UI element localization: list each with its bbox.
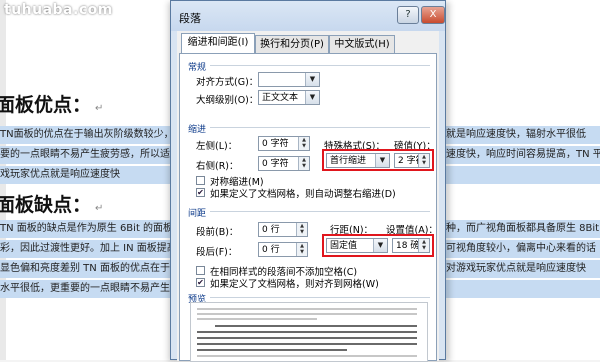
alignment-select[interactable]: ▼ (258, 72, 320, 87)
auto-adjust-checkbox[interactable]: ✔ (196, 188, 205, 197)
help-button[interactable]: ? (397, 6, 419, 24)
return-mark: ↵ (95, 203, 104, 214)
watermark: tuhuaba.com (4, 2, 113, 18)
text-line[interactable]: 对游戏玩家优点就是响应速度快 (446, 260, 600, 278)
spinner-arrows-icon[interactable]: ▲ ▼ (298, 137, 309, 150)
heading-advantages: 面板优点： ↵ (0, 94, 104, 116)
text-line[interactable]: 种，而广视角面板都具备原生 8Bit (446, 220, 600, 238)
text-line[interactable]: TN 面板的缺点是作为原生 6Bit 的面板， (0, 220, 170, 238)
text-line[interactable]: 可视角度较小，偏离中心来看的话 (446, 240, 600, 258)
chevron-down-icon: ▼ (305, 73, 319, 86)
divider (210, 65, 430, 66)
spacing-before-label: 段前(B)： (196, 227, 239, 238)
highlight-box-spacing (322, 234, 434, 257)
preview-line (197, 337, 417, 339)
divider (210, 127, 430, 128)
text-line[interactable]: 显色偏和亮度差别 TN 面板的优点在于输出 (0, 260, 170, 278)
dialog-title: 段落 (179, 12, 201, 25)
outline-level-select[interactable]: 正文文本 ▼ (258, 90, 320, 105)
return-mark: ↵ (95, 103, 104, 114)
preview-line (197, 343, 417, 345)
mirror-indents-checkbox[interactable] (196, 176, 205, 185)
dialog-titlebar[interactable]: 段落 ? X (171, 1, 445, 31)
spinner-arrows-icon[interactable]: ▲ ▼ (296, 223, 307, 236)
tab-line-page-breaks[interactable]: 换行和分页(P) (255, 35, 329, 53)
text-line[interactable]: 彩，因此过渡性更好。加上 IN 面板提高 (0, 240, 170, 258)
tab-panel: 常规 对齐方式(G)： ▼ 大纲级别(O)： 正文文本 ▼ 缩进 左侧(L)： 0… (179, 53, 438, 362)
preview-line (197, 318, 317, 320)
spinner-arrows-icon[interactable]: ▲ ▼ (298, 157, 309, 170)
alignment-label: 对齐方式(G)： (196, 77, 259, 88)
indent-right-spinner[interactable]: 0 字符 ▲ ▼ (258, 156, 310, 171)
preview-line (197, 313, 417, 315)
spacing-after-label: 段后(F)： (196, 247, 238, 258)
snap-grid-checkbox[interactable]: ✔ (196, 278, 205, 287)
auto-adjust-label: 如果定义了文档网格，则自动调整右缩进(D) (210, 189, 396, 200)
indent-left-spinner[interactable]: 0 字符 ▲ ▼ (258, 136, 310, 151)
section-indentation: 缩进 (188, 125, 207, 135)
divider (210, 211, 430, 212)
heading-disadvantages: 面板缺点： ↵ (0, 194, 104, 216)
snap-grid-label: 如果定义了文档网格，则对齐到网格(W) (210, 279, 379, 290)
preview-box (190, 302, 428, 362)
preview-line (197, 308, 417, 310)
spinner-arrows-icon[interactable]: ▲ ▼ (296, 243, 307, 256)
close-button[interactable]: X (421, 6, 445, 24)
chevron-down-icon: ▼ (305, 91, 319, 104)
dialog-body: 缩进和间距(I) 换行和分页(P) 中文版式(H) 常规 对齐方式(G)： ▼ … (177, 31, 439, 362)
indent-right-label: 右侧(R)： (196, 161, 239, 172)
divider (210, 297, 430, 298)
spacing-after-spinner[interactable]: 0 行 ▲ ▼ (258, 242, 308, 257)
paragraph-dialog: 段落 ? X 缩进和间距(I) 换行和分页(P) 中文版式(H) 常规 对齐方式… (170, 0, 446, 362)
preview-line (215, 325, 417, 327)
tab-asian-typography[interactable]: 中文版式(H) (329, 35, 395, 53)
preview-line (197, 355, 417, 357)
text-line[interactable]: 戏玩家优点就是响应速度快 (0, 166, 170, 184)
outline-level-label: 大纲级别(O)： (196, 95, 259, 106)
text-line[interactable] (446, 166, 600, 184)
tab-indents-spacing[interactable]: 缩进和间距(I) (181, 33, 255, 54)
preview-line (197, 349, 347, 351)
preview-line (197, 331, 417, 333)
no-space-checkbox[interactable] (196, 266, 205, 275)
section-spacing: 间距 (188, 209, 207, 219)
indent-left-label: 左侧(L)： (196, 141, 238, 152)
text-line[interactable] (446, 280, 600, 298)
text-line[interactable]: TN面板的优点在于输出灰阶级数较少，液 (0, 126, 170, 144)
text-line[interactable]: 就是响应速度快，辐射水平很低 (446, 126, 600, 144)
highlight-box-indent (322, 149, 434, 171)
section-general: 常规 (188, 63, 207, 73)
text-line[interactable]: 要的一点眼睛不易产生疲劳感，所以适合 (0, 146, 170, 164)
text-line[interactable]: 速度快，响应时间容易提高，TN 平 (446, 146, 600, 164)
spacing-before-spinner[interactable]: 0 行 ▲ ▼ (258, 222, 308, 237)
text-line[interactable]: 水平很低，更重要的一点眼睛不易产生疲 (0, 280, 170, 298)
